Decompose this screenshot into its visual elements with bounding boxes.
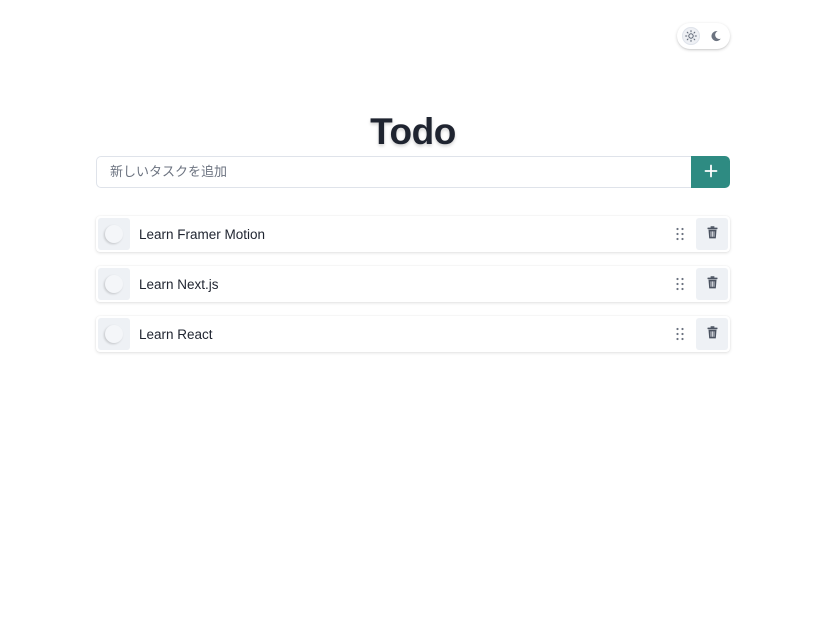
todo-label: Learn Framer Motion <box>139 226 266 242</box>
add-todo-form <box>96 156 730 188</box>
checkbox-circle-icon <box>105 275 123 293</box>
todo-item: Learn React <box>96 316 730 352</box>
delete-button[interactable] <box>696 268 728 300</box>
todo-app: Todo Learn Framer Motion <box>0 0 834 625</box>
trash-icon <box>707 326 718 342</box>
moon-icon[interactable] <box>707 27 725 45</box>
theme-toggle[interactable] <box>677 23 730 49</box>
todo-list: Learn Framer Motion Learn Next.js Learn … <box>96 216 730 366</box>
trash-icon <box>707 276 718 292</box>
trash-icon <box>707 226 718 242</box>
add-task-button[interactable] <box>691 156 730 188</box>
drag-handle-icon[interactable] <box>673 324 687 344</box>
complete-toggle[interactable] <box>98 318 130 350</box>
todo-item: Learn Next.js <box>96 266 730 302</box>
delete-button[interactable] <box>696 318 728 350</box>
page-title: Todo <box>370 110 456 152</box>
complete-toggle[interactable] <box>98 218 130 250</box>
sun-icon[interactable] <box>682 27 700 45</box>
new-task-input[interactable] <box>96 156 691 188</box>
todo-item: Learn Framer Motion <box>96 216 730 252</box>
plus-icon <box>704 164 718 181</box>
todo-label: Learn React <box>139 326 213 342</box>
delete-button[interactable] <box>696 218 728 250</box>
drag-handle-icon[interactable] <box>673 224 687 244</box>
todo-label: Learn Next.js <box>139 276 219 292</box>
drag-handle-icon[interactable] <box>673 274 687 294</box>
complete-toggle[interactable] <box>98 268 130 300</box>
checkbox-circle-icon <box>105 325 123 343</box>
checkbox-circle-icon <box>105 225 123 243</box>
